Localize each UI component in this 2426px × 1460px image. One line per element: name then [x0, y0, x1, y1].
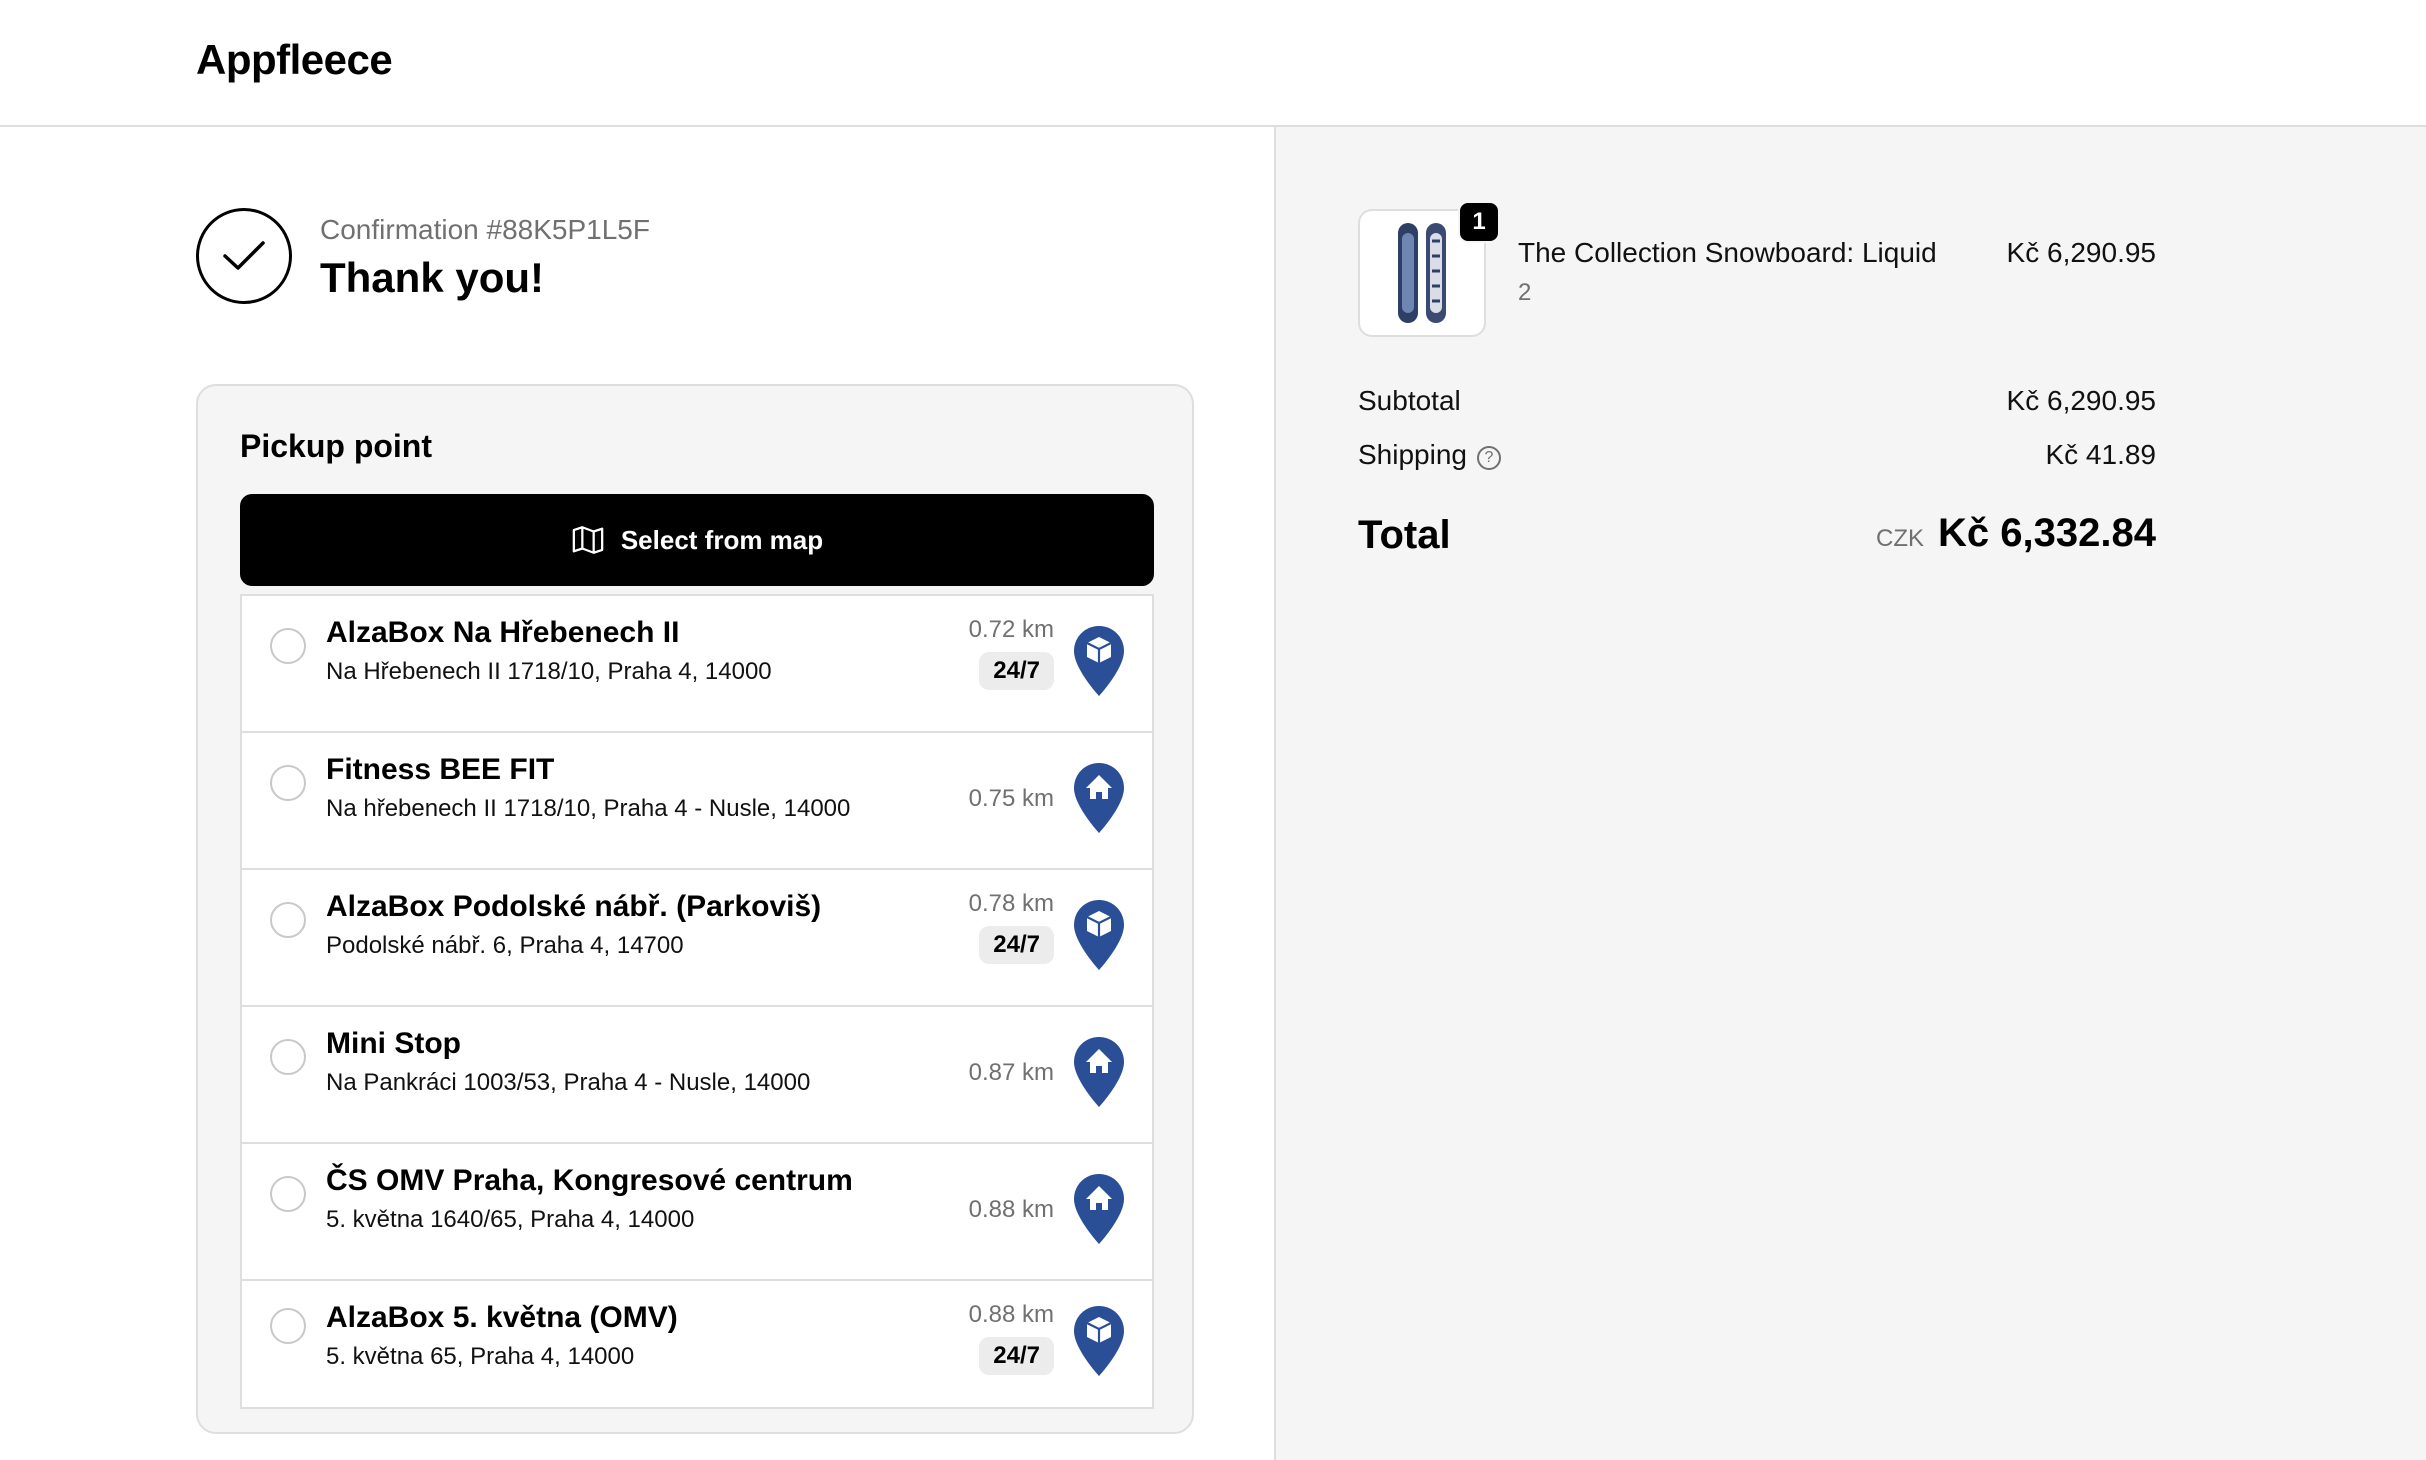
pickup-address: 5. května 1640/65, Praha 4, 14000: [326, 1206, 695, 1233]
shipping-value: Kč 41.89: [2045, 439, 2156, 470]
pickup-title: Pickup point: [240, 428, 432, 464]
pickup-distance: 0.78 km: [968, 890, 1054, 917]
quantity-badge: 1: [1458, 201, 1500, 243]
pickup-point-row[interactable]: Fitness BEE FIT Na hřebenech II 1718/10,…: [242, 733, 1152, 870]
order-summary: 1 The Collection Snowboard: Liquid 2 Kč …: [1274, 127, 2426, 1460]
pickup-point-row[interactable]: ČS OMV Praha, Kongresové centrum 5. květ…: [242, 1144, 1152, 1281]
header: Appfleece: [0, 0, 2426, 127]
box-pin-icon: [1074, 1306, 1124, 1376]
pickup-radio[interactable]: [270, 764, 306, 801]
pickup-point-list: AlzaBox Na Hřebenech II Na Hřebenech II …: [240, 594, 1154, 1409]
check-icon: [196, 208, 292, 304]
total-label: Total: [1358, 513, 1451, 557]
total-row: CZK Kč 6,332.84: [1876, 511, 2156, 556]
subtotal-label: Subtotal: [1358, 385, 1461, 416]
shipping-row: Shipping?: [1358, 439, 1501, 471]
confirmation-number: Confirmation #88K5P1L5F: [320, 214, 650, 245]
pickup-name: ČS OMV Praha, Kongresové centrum: [326, 1164, 853, 1197]
shipping-label: Shipping: [1358, 439, 1467, 470]
pickup-point-card: Pickup point Select from map AlzaBox Na …: [196, 384, 1194, 1434]
product-name: The Collection Snowboard: Liquid: [1518, 237, 1937, 268]
hours-badge: 24/7: [979, 652, 1054, 690]
pickup-address: 5. května 65, Praha 4, 14000: [326, 1343, 635, 1370]
product-variant: 2: [1518, 279, 1532, 306]
hours-badge: 24/7: [979, 1337, 1054, 1375]
pickup-address: Podolské nábř. 6, Praha 4, 14700: [326, 932, 684, 959]
select-from-map-label: Select from map: [620, 524, 824, 555]
help-icon[interactable]: ?: [1476, 446, 1501, 470]
currency-code: CZK: [1876, 525, 1925, 552]
pickup-radio[interactable]: [270, 901, 306, 938]
pickup-name: Mini Stop: [326, 1027, 461, 1060]
home-pin-icon: [1074, 1036, 1124, 1107]
map-icon: [572, 526, 604, 554]
subtotal-value: Kč 6,290.95: [2006, 385, 2156, 416]
pickup-distance: 0.75 km: [968, 784, 1054, 812]
pickup-address: Na Hřebenech II 1718/10, Praha 4, 14000: [326, 658, 772, 685]
pickup-name: Fitness BEE FIT: [326, 753, 555, 786]
home-pin-icon: [1074, 762, 1124, 833]
pickup-distance: 0.88 km: [968, 1301, 1054, 1328]
page-title: Thank you!: [320, 254, 545, 301]
pickup-point-row[interactable]: AlzaBox Na Hřebenech II Na Hřebenech II …: [242, 596, 1152, 733]
pickup-distance: 0.87 km: [968, 1058, 1054, 1086]
box-pin-icon: [1074, 899, 1124, 970]
pickup-name: AlzaBox Podolské nábř. (Parkoviš): [326, 890, 822, 923]
pickup-radio[interactable]: [270, 1175, 306, 1212]
pickup-radio[interactable]: [270, 627, 306, 664]
hours-badge: 24/7: [979, 926, 1054, 964]
total-value: Kč 6,332.84: [1938, 511, 2156, 555]
box-pin-icon: [1074, 625, 1124, 696]
brand-logo[interactable]: Appfleece: [196, 36, 393, 84]
pickup-radio[interactable]: [270, 1308, 306, 1344]
pickup-address: Na hřebenech II 1718/10, Praha 4 - Nusle…: [326, 795, 851, 822]
select-from-map-button[interactable]: Select from map: [240, 494, 1154, 586]
pickup-point-row[interactable]: Mini Stop Na Pankráci 1003/53, Praha 4 -…: [242, 1007, 1152, 1144]
pickup-radio[interactable]: [270, 1038, 306, 1075]
pickup-point-row[interactable]: AlzaBox 5. května (OMV) 5. května 65, Pr…: [242, 1281, 1152, 1407]
home-pin-icon: [1074, 1173, 1124, 1244]
pickup-point-row[interactable]: AlzaBox Podolské nábř. (Parkoviš) Podols…: [242, 870, 1152, 1007]
pickup-name: AlzaBox 5. května (OMV): [326, 1301, 678, 1334]
pickup-distance: 0.88 km: [968, 1195, 1054, 1223]
pickup-name: AlzaBox Na Hřebenech II: [326, 616, 680, 649]
product-price: Kč 6,290.95: [2006, 237, 2156, 268]
pickup-distance: 0.72 km: [968, 616, 1054, 643]
pickup-address: Na Pankráci 1003/53, Praha 4 - Nusle, 14…: [326, 1069, 811, 1096]
